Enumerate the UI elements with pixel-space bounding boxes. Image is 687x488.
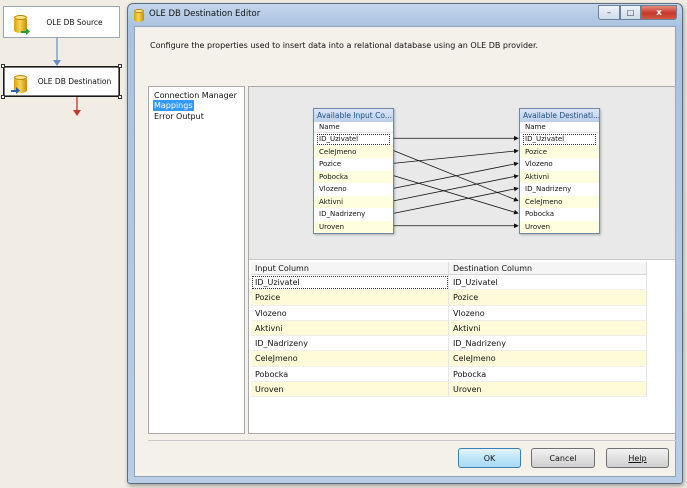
page-navigation: Connection Manager Mappings Error Output [148,86,245,434]
input-column-cell[interactable]: ID_Uzivatel [251,275,449,291]
destination-column-cell[interactable]: Vlozeno [449,305,647,321]
input-column-item[interactable]: ID_Uzivatel [316,133,391,146]
resize-handle[interactable] [1,95,5,99]
dest-table-header: Name [520,122,599,133]
mapping-line[interactable] [393,161,519,189]
mapping-line[interactable] [393,174,519,202]
destination-column-cell[interactable]: Uroven [449,382,647,398]
available-destination-columns-table[interactable]: Available Destinati... Name ID_Uzivatel … [519,108,600,234]
resize-handle[interactable] [118,64,122,68]
input-column-item[interactable]: Vlozeno [314,183,393,196]
source-task-label: OLE DB Source [46,17,103,27]
nav-item-error-output[interactable]: Error Output [153,111,205,122]
destination-column-cell[interactable]: CeleJmeno [449,351,647,367]
destination-column-item[interactable]: Uroven [520,220,599,233]
destination-column-item[interactable]: ID_Uzivatel [522,133,597,146]
nav-item-mappings[interactable]: Mappings [153,100,194,111]
table-row[interactable]: Pozice Pozice [251,290,647,306]
input-column-item[interactable]: ID_Nadrizeny [314,208,393,221]
data-flow-path[interactable] [50,38,64,68]
destination-column-cell[interactable]: Aktivni [449,320,647,337]
table-row[interactable]: ID_Uzivatel ID_Uzivatel [251,275,647,291]
ole-db-source-task[interactable]: OLE DB Source [3,6,120,38]
mappings-panel: Available Input Co... Name ID_Uzivatel C… [248,86,676,434]
dialog-description: Configure the properties used to insert … [150,41,539,50]
resize-handle[interactable] [1,64,5,68]
mapping-canvas[interactable]: Available Input Co... Name ID_Uzivatel C… [249,87,675,260]
input-column-cell[interactable]: Uroven [251,382,449,398]
table-row[interactable]: ID_Nadrizeny ID_Nadrizeny [251,336,647,352]
mappings-grid: Input Column Destination Column ID_Uziva… [251,262,647,398]
resize-handle[interactable] [118,95,122,99]
input-column-item[interactable]: Pozice [314,158,393,171]
input-column-item[interactable]: CeleJmeno [314,145,393,158]
close-button[interactable]: x [641,5,677,20]
mapping-line[interactable] [393,186,519,214]
destination-column-cell[interactable]: ID_Nadrizeny [449,336,647,352]
input-column-header[interactable]: Input Column [251,262,449,274]
ok-button[interactable]: OK [458,448,521,468]
input-column-item[interactable]: Uroven [314,220,393,233]
table-row[interactable]: Aktivni Aktivni [251,320,647,337]
grid-header: Input Column Destination Column [251,262,647,275]
input-column-cell[interactable]: Vlozeno [251,305,449,321]
destination-task-label: OLE DB Destination [37,77,112,86]
error-output-arrow[interactable] [71,97,83,118]
title-bar[interactable]: OLE DB Destination Editor – □ x [128,4,682,26]
available-input-columns-table[interactable]: Available Input Co... Name ID_Uzivatel C… [313,108,394,234]
input-column-cell[interactable]: Pozice [251,290,449,306]
destination-column-item[interactable]: Pozice [520,145,599,158]
input-table-header: Name [314,122,393,133]
input-column-cell[interactable]: Aktivni [251,320,449,337]
input-column-cell[interactable]: Pobocka [251,366,449,383]
input-column-item[interactable]: Pobocka [314,170,393,183]
cancel-button[interactable]: Cancel [531,448,595,468]
table-row[interactable]: Vlozeno Vlozeno [251,305,647,321]
ole-db-destination-task[interactable]: OLE DB Destination [1,64,122,99]
minimize-button[interactable]: – [598,5,620,20]
dialog-app-icon [134,9,145,22]
input-column-item[interactable]: Aktivni [314,195,393,208]
destination-column-cell[interactable]: Pobocka [449,366,647,383]
mapping-line[interactable] [393,148,519,164]
input-table-title: Available Input Co... [314,109,393,122]
destination-column-cell[interactable]: Pozice [449,290,647,306]
database-destination-icon [11,75,28,95]
help-button-label: Help [628,453,647,463]
dest-table-title: Available Destinati... [520,109,599,122]
table-row[interactable]: CeleJmeno CeleJmeno [251,351,647,367]
mapping-line[interactable] [393,175,519,215]
input-column-cell[interactable]: ID_Nadrizeny [251,336,449,352]
destination-column-header[interactable]: Destination Column [449,262,647,274]
destination-column-item[interactable]: Vlozeno [520,158,599,171]
maximize-button[interactable]: □ [620,5,641,20]
database-source-icon [14,15,30,35]
footer-separator [148,440,676,441]
destination-column-item[interactable]: CeleJmeno [520,195,599,208]
table-row[interactable]: Uroven Uroven [251,382,647,398]
destination-column-item[interactable]: Pobocka [520,208,599,221]
input-column-cell[interactable]: CeleJmeno [251,351,449,367]
destination-column-item[interactable]: Aktivni [520,170,599,183]
destination-column-cell[interactable]: ID_Uzivatel [449,275,647,291]
dialog-title: OLE DB Destination Editor [149,9,261,19]
dialog-client-area: Configure the properties used to insert … [134,26,676,477]
help-button[interactable]: Help [606,448,669,468]
table-row[interactable]: Pobocka Pobocka [251,366,647,383]
destination-editor-dialog: OLE DB Destination Editor – □ x Configur… [127,3,683,484]
destination-column-item[interactable]: ID_Nadrizeny [520,183,599,196]
